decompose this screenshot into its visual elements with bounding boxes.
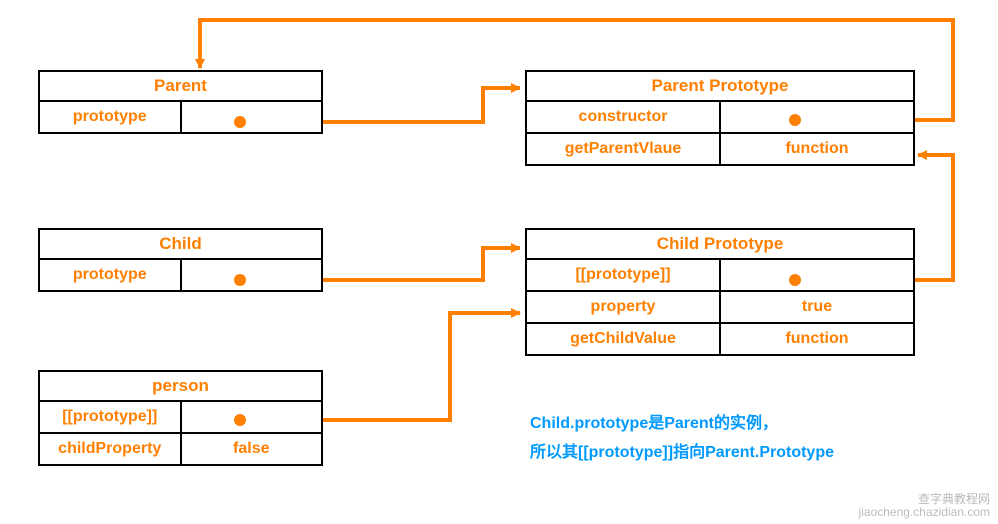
parent-proto-constructor-label: constructor — [527, 102, 721, 132]
dot-child-prototype — [234, 274, 246, 286]
annotation-note: Child.prototype是Parent的实例， 所以其[[prototyp… — [530, 410, 834, 468]
child-prototype-value — [182, 260, 322, 290]
child-proto-property-label: property — [527, 292, 721, 322]
parent-proto-getparent-value: function — [721, 134, 913, 164]
parent-prototype-label: prototype — [40, 102, 182, 132]
parent-proto-getparent-label: getParentVlaue — [527, 134, 721, 164]
child-proto-getchild-value: function — [721, 324, 913, 354]
watermark-line1: 查字典教程网 — [859, 493, 990, 506]
child-title: Child — [40, 230, 321, 260]
parent-prototype-value — [182, 102, 322, 132]
dot-parent-prototype — [234, 116, 246, 128]
child-proto-proto-label: [[prototype]] — [527, 260, 721, 290]
annotation-line2: 所以其[[prototype]]指向Parent.Prototype — [530, 439, 834, 468]
person-childproperty-value: false — [182, 434, 322, 464]
watermark-line2: jiaocheng.chazidian.com — [859, 506, 990, 519]
dot-child-proto-prototype — [789, 274, 801, 286]
person-proto-label: [[prototype]] — [40, 402, 182, 432]
dot-parent-proto-constructor — [789, 114, 801, 126]
parent-box: Parent prototype — [38, 70, 323, 134]
child-box: Child prototype — [38, 228, 323, 292]
watermark: 查字典教程网 jiaocheng.chazidian.com — [859, 493, 990, 519]
parent-title: Parent — [40, 72, 321, 102]
child-prototype-title: Child Prototype — [527, 230, 913, 260]
parent-proto-constructor-value — [721, 102, 913, 132]
child-proto-getchild-label: getChildValue — [527, 324, 721, 354]
person-childproperty-label: childProperty — [40, 434, 182, 464]
parent-prototype-title: Parent Prototype — [527, 72, 913, 102]
person-box: person [[prototype]] childProperty false — [38, 370, 323, 466]
dot-person-prototype — [234, 414, 246, 426]
child-proto-property-value: true — [721, 292, 913, 322]
child-proto-proto-value — [721, 260, 913, 290]
child-prototype-label: prototype — [40, 260, 182, 290]
child-prototype-box: Child Prototype [[prototype]] property t… — [525, 228, 915, 356]
annotation-line1: Child.prototype是Parent的实例， — [530, 410, 834, 439]
person-title: person — [40, 372, 321, 402]
parent-prototype-box: Parent Prototype constructor getParentVl… — [525, 70, 915, 166]
person-proto-value — [182, 402, 322, 432]
